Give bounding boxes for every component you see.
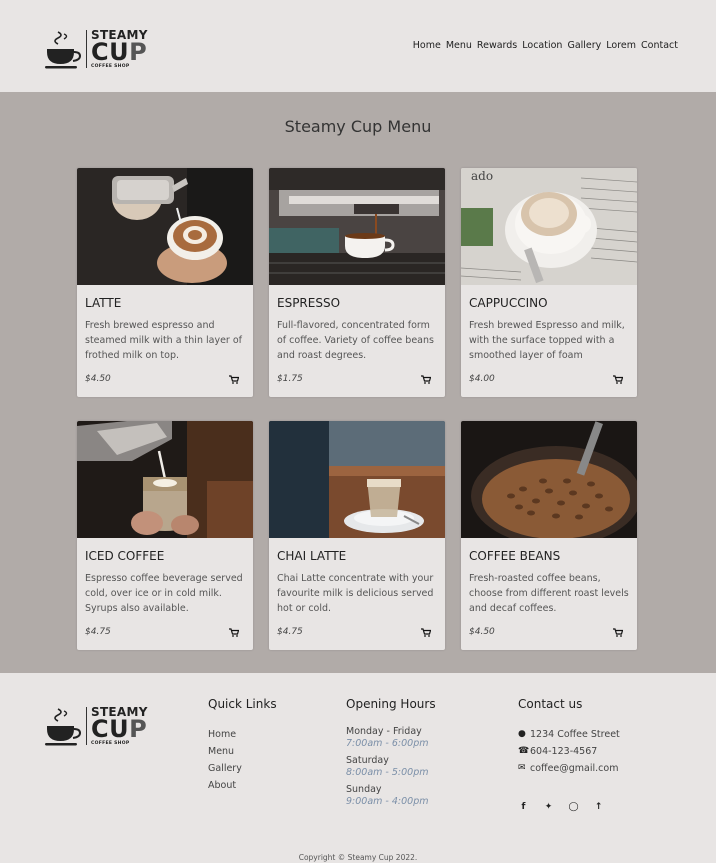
footer-link-about[interactable]: About [208, 777, 277, 794]
svg-text:ado: ado [471, 169, 493, 183]
map-pin-icon: ● [518, 729, 526, 739]
footer-link-menu[interactable]: Menu [208, 743, 277, 760]
logo-main-word-b: P [129, 715, 148, 743]
menu-card-cappuccino[interactable]: ado CAPPUCCINO Fresh brewed Espresso and… [461, 168, 637, 397]
iced-coffee-image [77, 421, 253, 538]
quick-links-title: Quick Links [208, 697, 277, 711]
logo-subtitle: COFFEE SHOP [91, 63, 130, 69]
main-nav: Home Menu Rewards Location Gallery Lorem… [413, 40, 678, 51]
hours-time: 9:00am - 4:00pm [346, 796, 429, 807]
menu-card-espresso[interactable]: ESPRESSO Full-flavored, concentrated for… [269, 168, 445, 397]
footer-logo[interactable]: STEAMY CUP COFFEE SHOP [44, 706, 148, 746]
contact-phone[interactable]: ☎ 604-123-4567 [518, 743, 620, 760]
site-logo[interactable]: STEAMY CUP COFFEE SHOP [44, 29, 148, 69]
nav-menu[interactable]: Menu [446, 40, 472, 51]
contact-us: Contact us ● 1234 Coffee Street ☎ 604-12… [518, 697, 620, 812]
logo-main-word-a: CU [91, 715, 130, 743]
espresso-image [269, 168, 445, 285]
item-name: COFFEE BEANS [469, 549, 561, 563]
hours-day: Monday - Friday [346, 726, 422, 737]
logo-divider [86, 30, 87, 69]
cart-icon[interactable] [229, 375, 239, 384]
logo-main-word: CUP [91, 38, 148, 66]
opening-hours-title: Opening Hours [346, 697, 436, 711]
logo-divider [86, 707, 87, 746]
facebook-icon[interactable]: f [518, 802, 529, 812]
twitter-icon[interactable]: ✦ [543, 802, 554, 812]
coffee-beans-image [461, 421, 637, 538]
footer-link-home[interactable]: Home [208, 726, 277, 743]
chai-latte-image [269, 421, 445, 538]
contact-email[interactable]: ✉ coffee@gmail.com [518, 760, 620, 777]
footer-link-gallery[interactable]: Gallery [208, 760, 277, 777]
item-name: ICED COFFEE [85, 549, 165, 563]
nav-rewards[interactable]: Rewards [477, 40, 517, 51]
item-description: Fresh-roasted coffee beans, choose from … [469, 573, 629, 614]
nav-lorem[interactable]: Lorem [606, 40, 636, 51]
logo-main-word-b: P [129, 38, 148, 66]
menu-title: Steamy Cup Menu [284, 117, 432, 136]
item-price: $1.75 [277, 374, 303, 384]
nav-gallery[interactable]: Gallery [567, 40, 601, 51]
logo-text: STEAMY CUP COFFEE SHOP [91, 29, 148, 69]
item-price: $4.00 [469, 374, 495, 384]
phone-text: 604-123-4567 [530, 746, 598, 757]
menu-card-latte[interactable]: LATTE Fresh brewed espresso and steamed … [77, 168, 253, 397]
item-name: CHAI LATTE [277, 549, 347, 563]
contact-title: Contact us [518, 697, 583, 711]
nav-contact[interactable]: Contact [641, 40, 678, 51]
hours-day: Saturday [346, 755, 389, 766]
cappuccino-image: ado [461, 168, 637, 285]
address-text: 1234 Coffee Street [530, 729, 620, 740]
hours-time: 7:00am - 6:00pm [346, 738, 429, 749]
coffee-cup-icon [44, 706, 82, 746]
quick-links: Quick Links Home Menu Gallery About [208, 697, 277, 794]
latte-image [77, 168, 253, 285]
cart-icon[interactable] [613, 628, 623, 637]
item-price: $4.50 [85, 374, 111, 384]
instagram-icon[interactable]: ◯ [568, 802, 579, 812]
cart-icon[interactable] [421, 628, 431, 637]
hours-time: 8:00am - 5:00pm [346, 767, 429, 778]
cart-icon[interactable] [229, 628, 239, 637]
item-price: $4.50 [469, 627, 495, 637]
menu-card-chai-latte[interactable]: CHAI LATTE Chai Latte concentrate with y… [269, 421, 445, 650]
site-footer: STEAMY CUP COFFEE SHOP Quick Links Home … [0, 673, 716, 863]
cart-icon[interactable] [613, 375, 623, 384]
item-description: Full-flavored, concentrated form of coff… [277, 320, 434, 361]
menu-card-coffee-beans[interactable]: COFFEE BEANS Fresh-roasted coffee beans,… [461, 421, 637, 650]
arrow-up-icon[interactable]: ↑ [593, 802, 604, 812]
phone-icon: ☎ [518, 746, 530, 756]
envelope-icon: ✉ [518, 763, 526, 773]
cart-icon[interactable] [421, 375, 431, 384]
site-header: STEAMY CUP COFFEE SHOP Home Menu Rewards… [0, 0, 716, 92]
coffee-cup-icon [44, 29, 82, 69]
logo-subtitle: COFFEE SHOP [91, 740, 130, 746]
item-description: Fresh brewed Espresso and milk, with the… [469, 320, 625, 361]
nav-location[interactable]: Location [522, 40, 562, 51]
menu-card-iced-coffee[interactable]: ICED COFFEE Espresso coffee beverage ser… [77, 421, 253, 650]
social-links: f ✦ ◯ ↑ [518, 802, 620, 812]
item-name: LATTE [85, 296, 122, 310]
copyright: Copyright © Steamy Cup 2022. [298, 853, 418, 862]
logo-main-word-a: CU [91, 38, 130, 66]
item-description: Espresso coffee beverage served cold, ov… [85, 573, 243, 614]
item-name: ESPRESSO [277, 296, 341, 310]
item-description: Fresh brewed espresso and steamed milk w… [85, 320, 242, 361]
item-name: CAPPUCCINO [469, 296, 548, 310]
nav-home[interactable]: Home [413, 40, 441, 51]
item-description: Chai Latte concentrate with your favouri… [277, 573, 434, 614]
logo-text: STEAMY CUP COFFEE SHOP [91, 706, 148, 746]
email-text: coffee@gmail.com [530, 763, 619, 774]
opening-hours: Opening Hours Monday - Friday 7:00am - 6… [346, 697, 436, 813]
menu-section: Steamy Cup Menu LATTE Fresh brewed espre… [0, 92, 716, 673]
hours-day: Sunday [346, 784, 382, 795]
contact-address: ● 1234 Coffee Street [518, 726, 620, 743]
logo-main-word: CUP [91, 715, 148, 743]
item-price: $4.75 [277, 627, 303, 637]
item-price: $4.75 [85, 627, 111, 637]
